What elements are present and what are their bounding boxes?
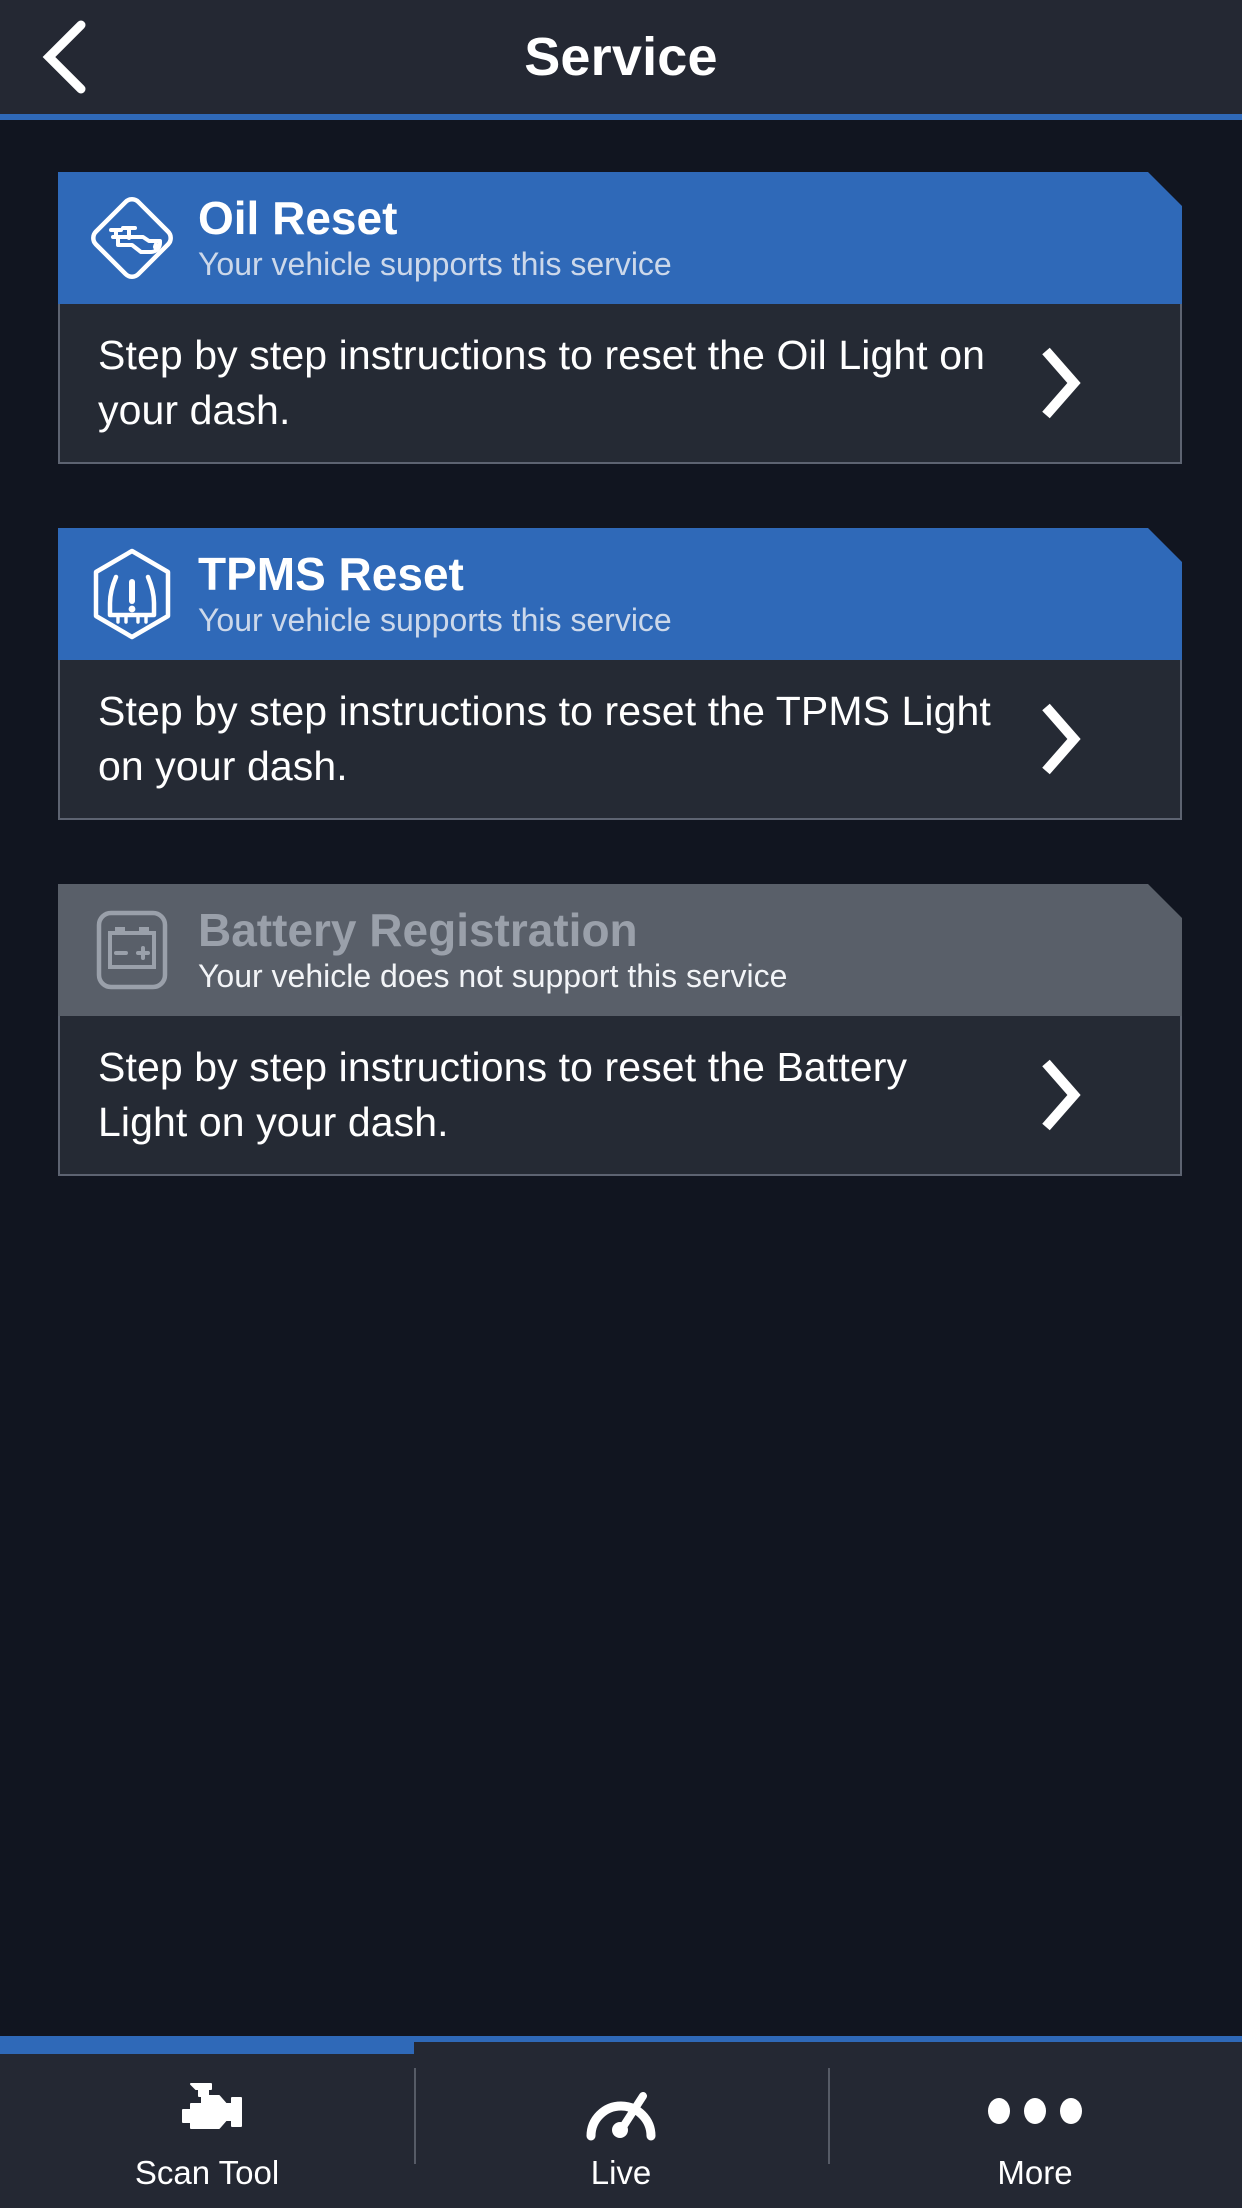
- service-support-text: Your vehicle supports this service: [198, 246, 672, 283]
- service-description: Step by step instructions to reset the O…: [98, 332, 986, 433]
- gauge-icon: [581, 2074, 661, 2148]
- ellipsis-icon: [988, 2074, 1082, 2148]
- service-description: Step by step instructions to reset the B…: [98, 1044, 908, 1145]
- check-engine-icon: [165, 2074, 249, 2148]
- battery-icon: [80, 898, 184, 1002]
- service-support-text: Your vehicle supports this service: [198, 602, 672, 639]
- service-description: Step by step instructions to reset the T…: [98, 688, 991, 789]
- service-card-battery-registration: Battery Registration Your vehicle does n…: [58, 884, 1184, 1176]
- chevron-right-icon[interactable]: [998, 343, 1118, 423]
- service-banner-oil-reset[interactable]: Oil Reset Your vehicle supports this ser…: [58, 172, 1182, 304]
- back-button[interactable]: [0, 0, 130, 114]
- service-title: TPMS Reset: [198, 547, 464, 600]
- tpms-hexagon-icon: [80, 542, 184, 646]
- chevron-right-icon[interactable]: [998, 699, 1118, 779]
- service-title: Battery Registration: [198, 903, 638, 956]
- page-title: Service: [524, 27, 718, 87]
- service-detail-row-tpms-reset[interactable]: Step by step instructions to reset the T…: [58, 660, 1182, 820]
- tab-label: Scan Tool: [134, 2153, 280, 2191]
- chevron-right-icon[interactable]: [998, 1055, 1118, 1135]
- service-support-text: Your vehicle does not support this servi…: [198, 958, 788, 995]
- service-list: Oil Reset Your vehicle supports this ser…: [0, 120, 1242, 2036]
- bottom-tab-bar: Scan Tool Live More: [0, 2036, 1242, 2208]
- tabbar-indicator-row: [0, 2036, 1242, 2054]
- service-detail-row-oil-reset[interactable]: Step by step instructions to reset the O…: [58, 304, 1182, 464]
- app-header: Service: [0, 0, 1242, 120]
- tabbar-items: Scan Tool Live More: [0, 2054, 1242, 2208]
- service-banner-text: TPMS Reset Your vehicle supports this se…: [198, 547, 672, 639]
- service-card-tpms-reset: TPMS Reset Your vehicle supports this se…: [58, 528, 1184, 820]
- tab-label: More: [997, 2153, 1073, 2191]
- tab-scan-tool[interactable]: Scan Tool: [0, 2054, 414, 2208]
- service-banner-text: Battery Registration Your vehicle does n…: [198, 903, 788, 995]
- service-title: Oil Reset: [198, 191, 398, 244]
- tab-label: Live: [590, 2153, 652, 2191]
- app-screen: Service Oil Reset Your vehicle supports …: [0, 0, 1242, 2208]
- chevron-left-icon: [37, 19, 93, 95]
- tab-more[interactable]: More: [828, 2054, 1242, 2208]
- service-detail-row-battery-registration[interactable]: Step by step instructions to reset the B…: [58, 1016, 1182, 1176]
- oil-can-diamond-icon: [80, 186, 184, 290]
- service-banner-battery-registration: Battery Registration Your vehicle does n…: [58, 884, 1182, 1016]
- service-card-oil-reset: Oil Reset Your vehicle supports this ser…: [58, 172, 1184, 464]
- service-banner-text: Oil Reset Your vehicle supports this ser…: [198, 191, 672, 283]
- service-banner-tpms-reset[interactable]: TPMS Reset Your vehicle supports this se…: [58, 528, 1182, 660]
- active-tab-indicator: [0, 2036, 414, 2054]
- tab-live[interactable]: Live: [414, 2054, 828, 2208]
